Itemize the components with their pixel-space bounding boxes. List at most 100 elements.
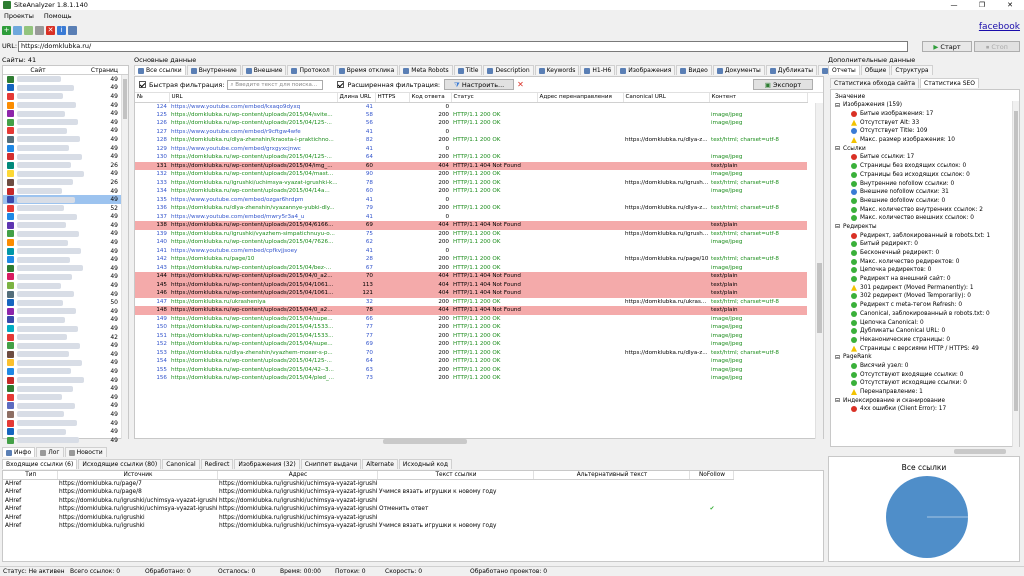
tab-seo-stats[interactable]: Статистика SEO xyxy=(920,78,980,88)
tab-main-2[interactable]: Внешние xyxy=(241,65,287,75)
tab-main-11[interactable]: Видео xyxy=(676,65,712,75)
site-row[interactable]: 49 xyxy=(3,144,128,153)
collapse-icon[interactable]: ⊟ xyxy=(835,223,840,230)
seo-item[interactable]: Отсутствует Alt: 33 xyxy=(831,118,1019,127)
site-row[interactable]: 49 xyxy=(3,118,128,127)
url-input[interactable]: https://domklubka.ru/ xyxy=(18,41,908,52)
tab-main-10[interactable]: Изображения xyxy=(616,65,676,75)
seo-item[interactable]: Страницы с версиями HTTP / HTTPS: 49 xyxy=(831,344,1019,353)
site-row[interactable]: 49 xyxy=(3,393,128,402)
tab-main-9[interactable]: H1-H6 xyxy=(580,65,616,75)
table-row[interactable]: 146 https://domklubka.ru/wp-content/uploa… xyxy=(135,289,807,298)
refresh-icon[interactable] xyxy=(24,25,33,35)
table-row[interactable]: 130 https://domklubka.ru/wp-content/uploa… xyxy=(135,153,807,162)
export-button[interactable]: ▣ Экспорт xyxy=(753,79,813,90)
seo-group[interactable]: ⊟ PageRank xyxy=(831,353,1019,362)
configure-button[interactable]: ⧩ Настроить... xyxy=(444,79,515,90)
seo-item[interactable]: Бесконечный редирект: 0 xyxy=(831,249,1019,258)
table-row[interactable]: 143 https://domklubka.ru/wp-content/uploa… xyxy=(135,264,807,273)
seo-item[interactable]: Битый редирект: 0 xyxy=(831,240,1019,249)
links-col-header[interactable]: Альтернативный текст xyxy=(533,471,690,480)
col-site[interactable]: Сайт xyxy=(3,67,73,74)
collapse-icon[interactable]: ⊟ xyxy=(835,354,840,361)
collapse-icon[interactable]: ⊟ xyxy=(835,145,840,152)
seo-scrollbar[interactable] xyxy=(1012,101,1019,447)
site-row[interactable]: 49 xyxy=(3,255,128,264)
site-row[interactable]: 49 xyxy=(3,135,128,144)
site-row[interactable]: 49 xyxy=(3,402,128,411)
tab-general[interactable]: Общие xyxy=(860,65,891,75)
links-row[interactable]: AHref https://domklubka.ru/igrushki https:… xyxy=(3,514,733,523)
tab-bottom-0[interactable]: Входящие ссылки (6) xyxy=(2,459,78,469)
seo-item[interactable]: Внутренние nofollow ссылки: 0 xyxy=(831,179,1019,188)
info-icon[interactable]: i xyxy=(57,25,66,35)
tab-main-3[interactable]: Протокол xyxy=(287,65,334,75)
tab-main-1[interactable]: Внутренние xyxy=(186,65,241,75)
main-col-header[interactable]: Контент xyxy=(709,93,808,103)
seo-item[interactable]: Макс. размер изображения: 10 xyxy=(831,136,1019,145)
links-col-header[interactable]: Текст ссылки xyxy=(377,471,534,480)
site-row[interactable]: 49 xyxy=(3,376,128,385)
main-col-header[interactable]: Длина URL xyxy=(337,93,376,103)
table-row[interactable]: 132 https://domklubka.ru/wp-content/uploa… xyxy=(135,170,807,179)
seo-item[interactable]: Цепочка Canonical: 0 xyxy=(831,318,1019,327)
table-row[interactable]: 147 https://domklubka.ru/ukrasheniya 32 200… xyxy=(135,298,807,307)
main-col-header[interactable]: № xyxy=(135,93,170,103)
sites-scrollbar[interactable] xyxy=(121,75,128,439)
tab-main-13[interactable]: Дубликаты xyxy=(765,65,817,75)
links-row[interactable]: AHref https://domklubka.ru/page/7 https://… xyxy=(3,480,733,489)
site-row[interactable]: 49 xyxy=(3,410,128,419)
links-row[interactable]: AHref https://domklubka.ru/igrushki/uchim… xyxy=(3,505,733,514)
tab-reports[interactable]: Отчеты xyxy=(828,65,860,75)
table-row[interactable]: 131 https://domklubka.ru/wp-content/uploa… xyxy=(135,161,807,170)
site-row[interactable]: 49 xyxy=(3,350,128,359)
main-col-header[interactable]: HTTPS xyxy=(375,93,410,103)
site-row[interactable]: 49 xyxy=(3,273,128,282)
minimize-button[interactable]: — xyxy=(940,0,968,10)
seo-item[interactable]: Редирект с meta-тегом Refresh: 0 xyxy=(831,301,1019,310)
table-row[interactable]: 129 https://www.youtube.com/embed/grxgyxc… xyxy=(135,145,807,154)
site-row[interactable]: 49 xyxy=(3,307,128,316)
right-splitter-handle[interactable] xyxy=(954,449,1006,454)
site-row[interactable]: 49 xyxy=(3,152,128,161)
site-row[interactable]: 49 xyxy=(3,101,128,110)
tab-main-4[interactable]: Время отклика xyxy=(334,65,399,75)
table-row[interactable]: 151 https://domklubka.ru/wp-content/uploa… xyxy=(135,332,807,341)
links-col-header[interactable]: Тип xyxy=(3,471,58,480)
delete-icon[interactable]: ✕ xyxy=(46,25,55,35)
maximize-button[interactable]: ❐ xyxy=(968,0,996,10)
table-row[interactable]: 155 https://domklubka.ru/wp-content/uploa… xyxy=(135,366,807,375)
site-row[interactable]: 49 xyxy=(3,436,128,445)
table-row[interactable]: 148 https://domklubka.ru/wp-content/uploa… xyxy=(135,306,807,315)
table-row[interactable]: 128 https://domklubka.ru/dlya-zhenshin/kr… xyxy=(135,136,807,145)
site-row[interactable]: 49 xyxy=(3,109,128,118)
table-row[interactable]: 134 https://domklubka.ru/wp-content/uploa… xyxy=(135,187,807,196)
site-row[interactable]: 49 xyxy=(3,359,128,368)
table-row[interactable]: 154 https://domklubka.ru/wp-content/uploa… xyxy=(135,357,807,366)
main-col-header[interactable]: URL xyxy=(169,93,338,103)
tab-structure[interactable]: Структура xyxy=(891,65,933,75)
seo-item[interactable]: Внешние dofollow ссылки: 0 xyxy=(831,197,1019,206)
tab-main-12[interactable]: Документы xyxy=(712,65,765,75)
site-row[interactable]: 49 xyxy=(3,427,128,436)
table-row[interactable]: 152 https://domklubka.ru/wp-content/uploa… xyxy=(135,340,807,349)
site-row[interactable]: 49 xyxy=(3,316,128,325)
links-col-header[interactable]: Источник xyxy=(57,471,218,480)
tab-bottom-7[interactable]: Исходный код xyxy=(398,459,452,469)
table-row[interactable]: 139 https://domklubka.ru/igrushki/vyazhem… xyxy=(135,230,807,239)
col-pages[interactable]: Страниц xyxy=(73,67,118,74)
table-row[interactable]: 145 https://domklubka.ru/wp-content/uploa… xyxy=(135,280,807,289)
seo-item[interactable]: Canonical, заблокированный в robots.txt:… xyxy=(831,310,1019,319)
seo-item[interactable]: Перенаправление: 1 xyxy=(831,388,1019,397)
site-row[interactable]: 49 xyxy=(3,247,128,256)
tab-main-8[interactable]: Keywords xyxy=(534,65,580,75)
table-row[interactable]: 126 https://domklubka.ru/wp-content/uploa… xyxy=(135,119,807,128)
site-row[interactable]: 49 xyxy=(3,84,128,93)
main-col-header[interactable]: Код ответа xyxy=(409,93,452,103)
site-row[interactable]: 49 xyxy=(3,238,128,247)
tab-news[interactable]: Новости xyxy=(64,447,107,457)
table-row[interactable]: 149 https://domklubka.ru/wp-content/uploa… xyxy=(135,315,807,324)
seo-item[interactable]: Отсутствуют входящие ссылки: 0 xyxy=(831,370,1019,379)
site-row[interactable]: 49 xyxy=(3,341,128,350)
table-row[interactable]: 125 https://domklubka.ru/wp-content/uploa… xyxy=(135,111,807,120)
